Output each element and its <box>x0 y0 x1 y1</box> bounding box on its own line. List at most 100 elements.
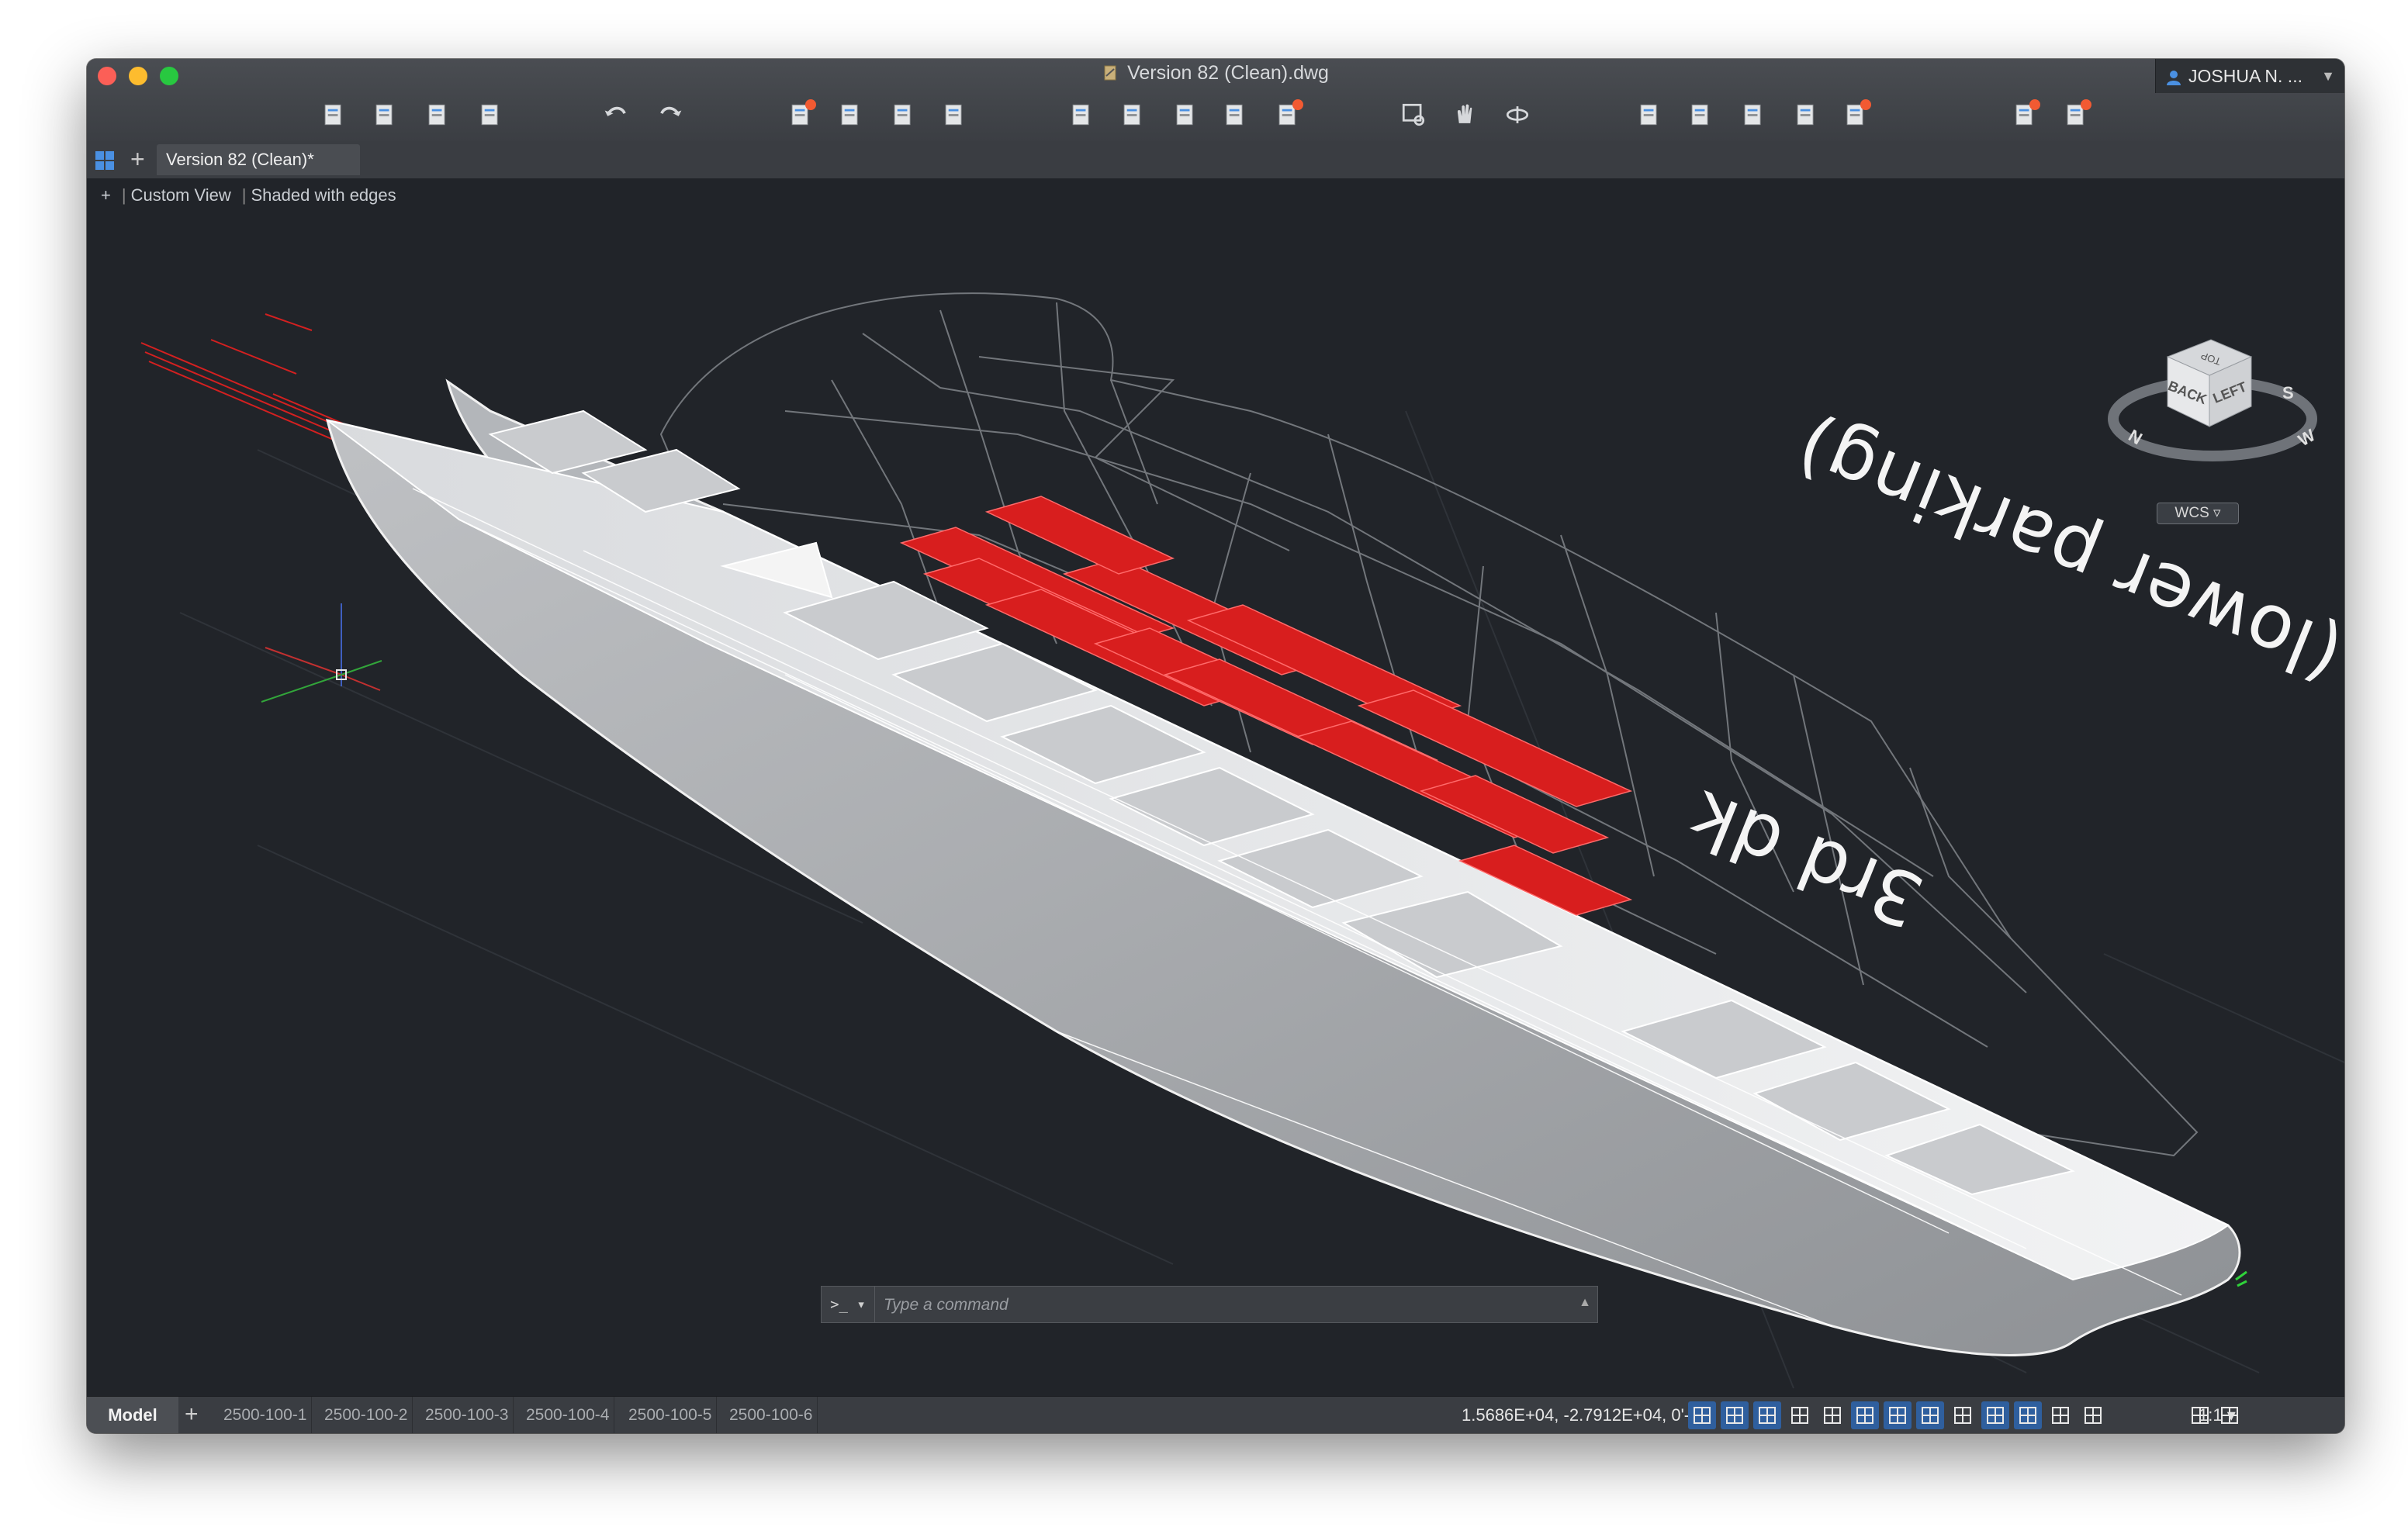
command-input[interactable] <box>882 1291 1552 1319</box>
grid-icon[interactable] <box>1688 1401 1716 1429</box>
dwg-file-icon <box>1104 65 1116 81</box>
attach-icon-glyph <box>1176 104 1193 126</box>
layout-tab[interactable]: 2500-100-2 <box>320 1397 413 1433</box>
document-title-text: Version 82 (Clean).dwg <box>1127 62 1329 84</box>
layout-tab[interactable]: 2500-100-3 <box>420 1397 514 1433</box>
zoom-window-icon[interactable] <box>1396 98 1431 132</box>
dynamic-ucs-icon[interactable] <box>1949 1401 1977 1429</box>
ortho-icon[interactable] <box>1753 1401 1781 1429</box>
print-icon-glyph <box>841 104 858 126</box>
selection-cycling-icon[interactable] <box>1916 1401 1944 1429</box>
annotation-scale[interactable]: 1:1 ▾ <box>2199 1397 2236 1433</box>
user-account-menu[interactable]: JOSHUA N. ... ▼ <box>2155 59 2344 93</box>
view-name-control[interactable]: Custom View <box>131 185 231 205</box>
orbit-icon[interactable] <box>1500 98 1534 132</box>
new-file-icon-glyph <box>324 104 341 126</box>
import-icon-glyph <box>1072 104 1089 126</box>
online-icon[interactable] <box>1736 98 1770 132</box>
command-line: >_ ▾ ▲ <box>821 1286 1598 1323</box>
snap-icon[interactable] <box>1721 1401 1749 1429</box>
visual-style-control[interactable]: Shaded with edges <box>251 185 396 205</box>
layers-icon-glyph <box>1691 104 1708 126</box>
properties-icon[interactable] <box>1632 98 1666 132</box>
command-prompt-button[interactable]: >_ ▾ <box>822 1287 875 1322</box>
user-icon <box>2167 71 2181 85</box>
layers-icon[interactable] <box>1683 98 1718 132</box>
document-title: Version 82 (Clean).dwg <box>87 62 2344 85</box>
polar-icon-glyph <box>1791 1407 1808 1424</box>
apps-icon[interactable] <box>1839 98 1873 132</box>
annotation-visibility-icon-glyph <box>2019 1407 2036 1424</box>
autocad-window: Version 82 (Clean).dwg JOSHUA N. ... ▼ +… <box>87 59 2344 1433</box>
page-setup-icon[interactable] <box>937 98 971 132</box>
notification-badge <box>2029 99 2040 110</box>
attach-icon[interactable] <box>1168 98 1202 132</box>
page-setup-icon-glyph <box>945 104 962 126</box>
undo-icon-glyph <box>604 106 626 116</box>
osnap-icon[interactable] <box>1818 1401 1846 1429</box>
layout-tab[interactable]: 2500-100-1 <box>219 1397 313 1433</box>
redo-icon[interactable] <box>652 98 686 132</box>
polar-icon[interactable] <box>1786 1401 1814 1429</box>
user-name: JOSHUA N. ... <box>2188 66 2302 86</box>
lineweight-icon-glyph <box>1856 1407 1873 1424</box>
workspace-icon-glyph <box>2085 1407 2102 1424</box>
auto-scale-icon[interactable] <box>2046 1401 2074 1429</box>
open-folder-icon[interactable] <box>368 98 402 132</box>
sync-icon[interactable] <box>2059 98 2093 132</box>
viewcube[interactable]: TOP BACK LEFT S W N <box>2096 302 2329 473</box>
chevron-down-icon: ▼ <box>2321 68 2335 84</box>
pan-icon[interactable] <box>1448 98 1482 132</box>
notification-badge <box>805 99 816 110</box>
save-as-icon[interactable] <box>473 98 507 132</box>
units-icon[interactable] <box>1981 1401 2009 1429</box>
osnap-icon-glyph <box>1824 1407 1841 1424</box>
main-toolbar <box>87 98 2344 136</box>
notification-badge <box>1860 99 1871 110</box>
document-tab-bar: + Version 82 (Clean)* <box>87 141 2344 179</box>
tab-version-82[interactable]: Version 82 (Clean)* <box>157 144 360 175</box>
layout-tab[interactable]: 2500-100-6 <box>725 1397 818 1433</box>
transparency-icon[interactable] <box>1884 1401 1912 1429</box>
save-icon[interactable] <box>420 98 455 132</box>
dynamic-ucs-icon-glyph <box>1954 1407 1971 1424</box>
publish-icon[interactable] <box>886 98 920 132</box>
compass-w: W <box>2295 425 2319 450</box>
ortho-icon-glyph <box>1759 1407 1776 1424</box>
lineweight-icon[interactable] <box>1851 1401 1879 1429</box>
settings-icon[interactable] <box>2008 98 2042 132</box>
render-icon[interactable] <box>1271 98 1305 132</box>
viewport-menu-plus[interactable]: + <box>101 185 111 205</box>
xref-icon-glyph <box>1226 104 1243 126</box>
annotation-visibility-icon[interactable] <box>2014 1401 2042 1429</box>
export-icon[interactable] <box>1116 98 1150 132</box>
export-icon-glyph <box>1123 104 1140 126</box>
print-icon[interactable] <box>833 98 867 132</box>
open-folder-icon-glyph <box>375 104 393 126</box>
transparency-icon-glyph <box>1889 1407 1906 1424</box>
model-tab[interactable]: Model <box>87 1397 178 1433</box>
ucs-menu[interactable]: WCS ▿ <box>2157 503 2239 524</box>
divider: | <box>121 185 126 205</box>
notification-badge <box>2081 99 2091 110</box>
xref-icon[interactable] <box>1218 98 1252 132</box>
plot-icon[interactable] <box>784 98 818 132</box>
snap-icon-glyph <box>1726 1407 1743 1424</box>
import-icon[interactable] <box>1064 98 1098 132</box>
orbit-icon-glyph <box>1506 106 1529 123</box>
workspace-icon[interactable] <box>2079 1401 2107 1429</box>
undo-icon[interactable] <box>600 98 635 132</box>
drawing-viewport[interactable]: + | Custom View | Shaded with edges (lower p… <box>87 178 2344 1396</box>
new-layout-button[interactable]: + <box>185 1400 199 1429</box>
origin-marker <box>2235 1270 2247 1287</box>
save-as-icon-glyph <box>481 104 498 126</box>
title-bar: Version 82 (Clean).dwg JOSHUA N. ... ▼ <box>87 59 2344 142</box>
new-tab-button[interactable]: + <box>130 144 145 174</box>
layout-tab[interactable]: 2500-100-5 <box>624 1397 718 1433</box>
layout-tab[interactable]: 2500-100-4 <box>521 1397 615 1433</box>
divider: | <box>241 185 247 205</box>
command-history-icon[interactable]: ▲ <box>1579 1296 1591 1310</box>
new-file-icon[interactable] <box>317 98 351 132</box>
share-icon[interactable] <box>1789 98 1823 132</box>
start-tab-icon[interactable] <box>95 150 115 171</box>
